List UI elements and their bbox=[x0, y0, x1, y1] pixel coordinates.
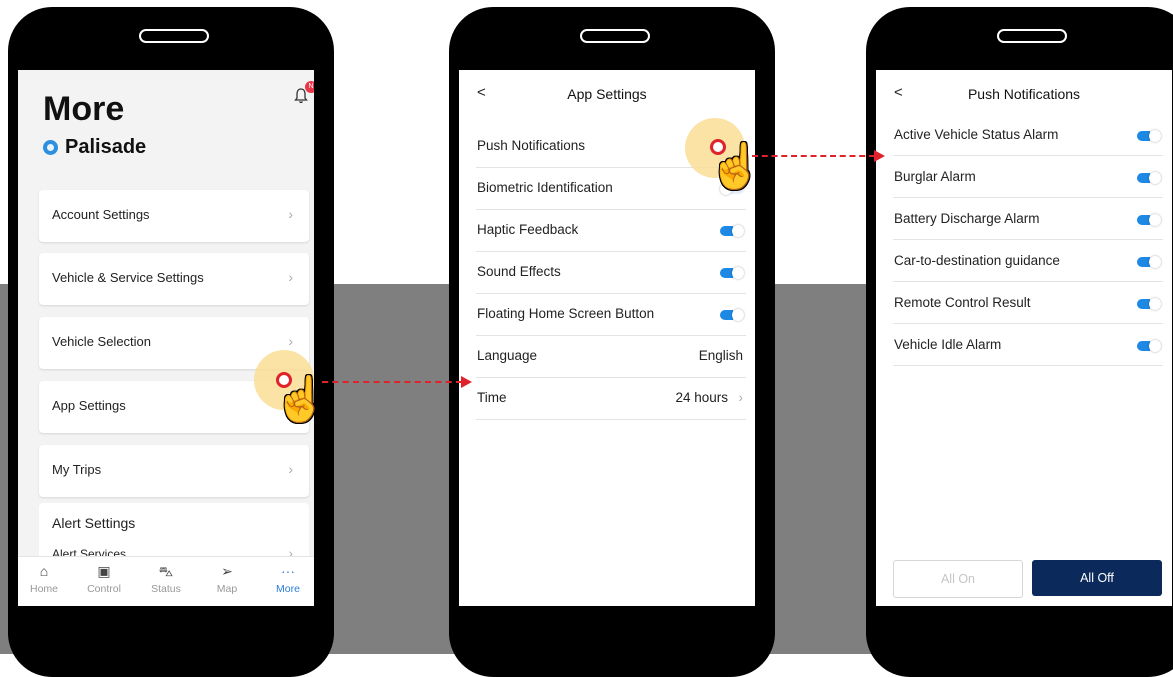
floating-button-toggle[interactable] bbox=[720, 309, 744, 321]
vehicle-name[interactable]: Palisade bbox=[43, 136, 146, 159]
notification-badge: N bbox=[305, 81, 314, 93]
row-time[interactable]: Time 24 hours › bbox=[476, 377, 746, 420]
flow-arrow-line bbox=[322, 381, 462, 383]
tab-label: Home bbox=[29, 583, 58, 595]
row-battery-discharge-alarm: Battery Discharge Alarm bbox=[893, 198, 1163, 240]
menu-account-settings[interactable]: Account Settings › bbox=[39, 190, 309, 242]
tab-more[interactable]: ··· More bbox=[262, 563, 314, 595]
row-label: Haptic Feedback bbox=[477, 222, 579, 237]
speaker-slot bbox=[139, 29, 209, 43]
toggle-thumb bbox=[1149, 172, 1161, 184]
tab-status[interactable]: ⛍ Status bbox=[140, 563, 192, 595]
row-burglar-alarm: Burglar Alarm bbox=[893, 156, 1163, 198]
alarm-toggle[interactable] bbox=[1137, 172, 1161, 184]
row-label: Burglar Alarm bbox=[894, 169, 976, 184]
row-label: Battery Discharge Alarm bbox=[894, 211, 1040, 226]
toggle-thumb bbox=[732, 309, 744, 321]
toggle-thumb bbox=[1149, 214, 1161, 226]
row-label: Biometric Identification bbox=[477, 180, 613, 195]
flow-arrow-line bbox=[752, 155, 875, 157]
alarm-toggle[interactable] bbox=[1137, 256, 1161, 268]
toggle-thumb bbox=[1149, 256, 1161, 268]
menu-my-trips[interactable]: My Trips › bbox=[39, 445, 309, 497]
all-off-button[interactable]: All Off bbox=[1032, 560, 1162, 596]
alarm-toggle[interactable] bbox=[1137, 214, 1161, 226]
phone-app-settings-screen: < App Settings Push Notifications › Biom… bbox=[449, 7, 775, 677]
speaker-slot bbox=[997, 29, 1067, 43]
row-value: English bbox=[698, 348, 743, 363]
menu-label: App Settings bbox=[52, 398, 126, 413]
chevron-right-icon: › bbox=[288, 461, 293, 477]
row-label: Floating Home Screen Button bbox=[477, 306, 655, 321]
vehicle-share-icon bbox=[43, 140, 58, 155]
chevron-right-icon: › bbox=[288, 333, 293, 349]
row-active-vehicle-status-alarm: Active Vehicle Status Alarm bbox=[893, 114, 1163, 156]
toggle-thumb bbox=[1149, 130, 1161, 142]
bottom-tab-bar: ⌂ Home ▣ Control ⛍ Status ➢ Map ··· More bbox=[18, 556, 314, 606]
page-title: More bbox=[43, 90, 125, 128]
row-vehicle-idle-alarm: Vehicle Idle Alarm bbox=[893, 324, 1163, 366]
tab-home[interactable]: ⌂ Home bbox=[18, 563, 70, 595]
alarm-toggle[interactable] bbox=[1137, 340, 1161, 352]
hand-pointer-icon: ☝ bbox=[273, 375, 328, 424]
row-label: Vehicle Idle Alarm bbox=[894, 337, 1002, 352]
screen: More Palisade N Account Settings › Vehic… bbox=[18, 70, 314, 606]
row-floating-home-button: Floating Home Screen Button bbox=[476, 293, 746, 336]
toggle-thumb bbox=[1149, 340, 1161, 352]
menu-label: Vehicle Selection bbox=[52, 334, 152, 349]
chevron-right-icon: › bbox=[288, 206, 293, 222]
row-label: Car-to-destination guidance bbox=[894, 253, 1060, 268]
chevron-right-icon: › bbox=[288, 269, 293, 285]
car-icon: ⛍ bbox=[158, 563, 174, 579]
row-remote-control-result: Remote Control Result bbox=[893, 282, 1163, 324]
page-title: App Settings bbox=[567, 86, 647, 102]
all-on-button[interactable]: All On bbox=[893, 560, 1023, 598]
row-car-to-destination: Car-to-destination guidance bbox=[893, 240, 1163, 282]
vehicle-label: Palisade bbox=[65, 136, 147, 158]
row-label: Time bbox=[477, 390, 507, 405]
alarm-toggle[interactable] bbox=[1137, 298, 1161, 310]
section-title: Alert Settings bbox=[52, 515, 136, 531]
screen: < Push Notifications Active Vehicle Stat… bbox=[876, 70, 1172, 606]
row-haptic-feedback: Haptic Feedback bbox=[476, 209, 746, 252]
flow-arrow-head-icon bbox=[874, 150, 885, 162]
sound-toggle[interactable] bbox=[720, 267, 744, 279]
speaker-slot bbox=[580, 29, 650, 43]
haptic-toggle[interactable] bbox=[720, 225, 744, 237]
row-value: 24 hours bbox=[675, 390, 728, 405]
toggle-thumb bbox=[732, 267, 744, 279]
menu-label: Vehicle & Service Settings bbox=[52, 270, 204, 285]
navigation-icon: ➢ bbox=[221, 563, 233, 579]
row-label: Remote Control Result bbox=[894, 295, 1031, 310]
flow-arrow-head-icon bbox=[461, 376, 472, 388]
tab-control[interactable]: ▣ Control bbox=[78, 563, 130, 595]
more-icon: ··· bbox=[281, 563, 295, 579]
toggle-thumb bbox=[1149, 298, 1161, 310]
phone-more-screen: More Palisade N Account Settings › Vehic… bbox=[8, 7, 334, 677]
phone-push-notifications-screen: < Push Notifications Active Vehicle Stat… bbox=[866, 7, 1173, 677]
row-sound-effects: Sound Effects bbox=[476, 251, 746, 294]
row-label: Push Notifications bbox=[477, 138, 586, 153]
tab-label: Map bbox=[216, 583, 238, 595]
menu-label: My Trips bbox=[52, 462, 102, 477]
toggle-thumb bbox=[732, 225, 744, 237]
row-language[interactable]: Language English bbox=[476, 335, 746, 378]
home-icon: ⌂ bbox=[39, 563, 49, 579]
hand-pointer-icon: ☝ bbox=[708, 142, 763, 191]
row-label: Active Vehicle Status Alarm bbox=[894, 127, 1059, 142]
tab-label: Control bbox=[87, 583, 121, 595]
tab-label: More bbox=[276, 583, 300, 595]
tab-label: Status bbox=[151, 583, 181, 595]
tab-map[interactable]: ➢ Map bbox=[201, 563, 253, 595]
row-label: Sound Effects bbox=[477, 264, 561, 279]
menu-label: Account Settings bbox=[52, 207, 150, 222]
row-label: Language bbox=[477, 348, 538, 363]
chevron-right-icon: › bbox=[738, 390, 744, 405]
control-icon: ▣ bbox=[97, 563, 111, 579]
page-title: Push Notifications bbox=[967, 86, 1081, 102]
alarm-toggle[interactable] bbox=[1137, 130, 1161, 142]
menu-vehicle-service-settings[interactable]: Vehicle & Service Settings › bbox=[39, 253, 309, 305]
